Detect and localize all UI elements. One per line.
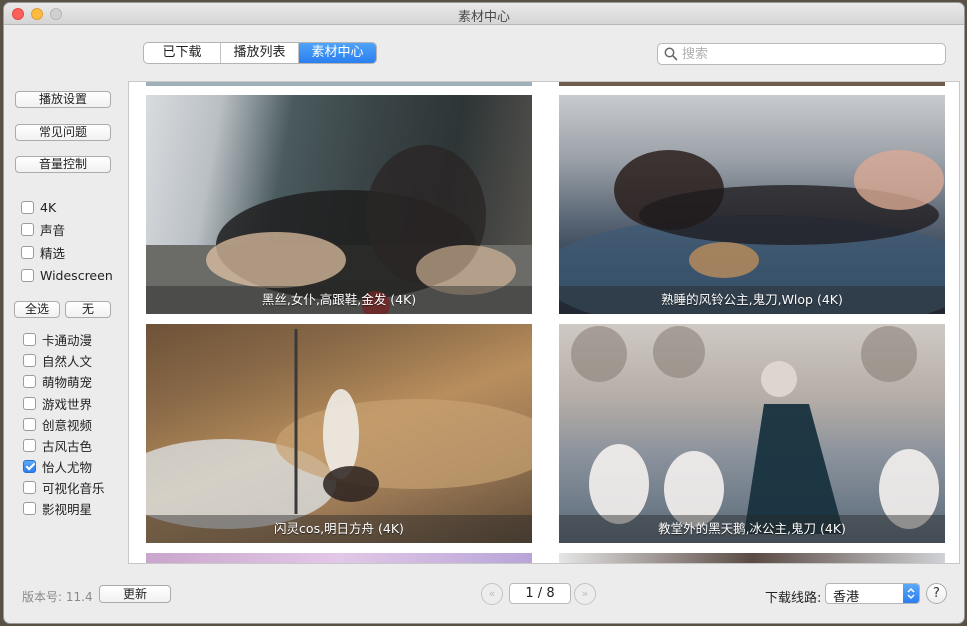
checkbox[interactable] — [23, 480, 36, 494]
category-label: 卡通动漫 — [42, 332, 93, 348]
wallpaper-thumbnail — [146, 329, 532, 529]
select-none-button[interactable]: 无 — [65, 301, 111, 318]
tab-bar: 已下载 播放列表 素材中心 — [143, 42, 377, 64]
download-route-select[interactable]: 香港 — [825, 583, 920, 605]
select-all-button[interactable]: 全选 — [14, 301, 60, 318]
category-label: 影视明星 — [42, 501, 93, 517]
tab-playlist[interactable]: 播放列表 — [221, 43, 299, 63]
checkbox[interactable] — [21, 222, 34, 236]
volume-control-button[interactable]: 音量控制 — [15, 156, 111, 173]
wallpaper-tile[interactable]: 教堂外的黑天鹅,冰公主,鬼刀 (4K) — [559, 324, 945, 543]
double-chevron-right-icon: » — [581, 587, 589, 600]
page-indicator[interactable]: 1 / 8 — [509, 583, 571, 604]
wallpaper-caption: 闪灵cos,明日方舟 (4K) — [146, 515, 532, 543]
search-box — [657, 43, 946, 65]
checkbox[interactable] — [21, 200, 34, 214]
checkbox[interactable] — [21, 245, 34, 259]
category-games[interactable]: 游戏世界 — [23, 395, 93, 412]
filter-label: Widescreen — [40, 267, 113, 283]
filter-4k[interactable]: 4K — [21, 199, 56, 215]
next-page-button[interactable]: » — [574, 583, 596, 605]
wallpaper-thumbnail — [559, 150, 945, 314]
title-bar: 素材中心 — [4, 3, 964, 25]
category-cartoon[interactable]: 卡通动漫 — [23, 331, 93, 348]
category-label: 怡人尤物 — [42, 459, 93, 475]
filter-label: 4K — [40, 199, 57, 215]
double-chevron-left-icon: « — [488, 587, 496, 600]
search-icon — [664, 47, 678, 61]
wallpaper-gallery[interactable]: 黑丝,女仆,高跟鞋,金发 (4K) 熟睡的风铃公主,鬼刀,Wlop (4K) 闪… — [128, 81, 960, 564]
app-window: 素材中心 已下载 播放列表 素材中心 播放设置 常见问题 音量控制 4K 声音 … — [4, 3, 964, 623]
help-button[interactable]: ? — [926, 583, 947, 604]
partial-tile-strip — [559, 553, 945, 563]
category-label: 古风古色 — [42, 438, 93, 454]
checkbox[interactable] — [23, 417, 36, 431]
wallpaper-caption: 熟睡的风铃公主,鬼刀,Wlop (4K) — [559, 286, 945, 314]
download-route-value: 香港 — [833, 590, 860, 605]
category-creative[interactable]: 创意视频 — [23, 416, 93, 433]
partial-tile-strip — [146, 553, 532, 563]
playback-settings-button[interactable]: 播放设置 — [15, 91, 111, 108]
category-ancient[interactable]: 古风古色 — [23, 437, 93, 454]
filter-label: 精选 — [40, 245, 66, 261]
checkbox[interactable] — [23, 332, 36, 346]
category-label: 创意视频 — [42, 417, 93, 433]
filter-sound[interactable]: 声音 — [21, 221, 66, 238]
wallpaper-thumbnail — [571, 326, 939, 534]
filter-featured[interactable]: 精选 — [21, 244, 66, 261]
search-input[interactable] — [682, 45, 940, 63]
version-label: 版本号: 11.4 — [22, 590, 93, 604]
partial-tile-strip — [146, 82, 532, 86]
wallpaper-caption: 教堂外的黑天鹅,冰公主,鬼刀 (4K) — [559, 515, 945, 543]
tab-downloaded[interactable]: 已下载 — [144, 43, 221, 63]
wallpaper-thumbnail — [146, 145, 532, 314]
category-label: 自然人文 — [42, 353, 93, 369]
faq-button[interactable]: 常见问题 — [15, 124, 111, 141]
wallpaper-tile[interactable]: 黑丝,女仆,高跟鞋,金发 (4K) — [146, 95, 532, 314]
category-pets[interactable]: 萌物萌宠 — [23, 373, 93, 390]
download-route-label: 下载线路: — [765, 591, 822, 606]
wallpaper-caption: 黑丝,女仆,高跟鞋,金发 (4K) — [146, 286, 532, 314]
wallpaper-tile[interactable]: 熟睡的风铃公主,鬼刀,Wlop (4K) — [559, 95, 945, 314]
filter-widescreen[interactable]: Widescreen — [21, 267, 113, 283]
checkbox[interactable] — [23, 374, 36, 388]
checkbox[interactable] — [23, 501, 36, 515]
window-title: 素材中心 — [457, 10, 510, 25]
partial-tile-strip — [559, 82, 945, 86]
previous-page-button[interactable]: « — [481, 583, 503, 605]
category-label: 游戏世界 — [42, 396, 93, 412]
category-beauty[interactable]: 怡人尤物 — [23, 458, 93, 475]
wallpaper-tile[interactable]: 闪灵cos,明日方舟 (4K) — [146, 324, 532, 543]
tab-material-center[interactable]: 素材中心 — [299, 43, 376, 63]
category-label: 萌物萌宠 — [42, 374, 93, 390]
select-arrows-icon — [903, 584, 919, 603]
category-label: 可视化音乐 — [42, 480, 105, 496]
update-button[interactable]: 更新 — [99, 585, 171, 603]
category-music-visual[interactable]: 可视化音乐 — [23, 479, 105, 496]
checkbox[interactable] — [23, 438, 36, 452]
category-nature[interactable]: 自然人文 — [23, 352, 93, 369]
checkbox[interactable] — [23, 396, 36, 410]
category-film-stars[interactable]: 影视明星 — [23, 500, 93, 517]
checkbox-checked[interactable] — [23, 459, 36, 473]
filter-label: 声音 — [40, 222, 66, 238]
checkbox[interactable] — [23, 353, 36, 367]
checkbox[interactable] — [21, 268, 34, 282]
